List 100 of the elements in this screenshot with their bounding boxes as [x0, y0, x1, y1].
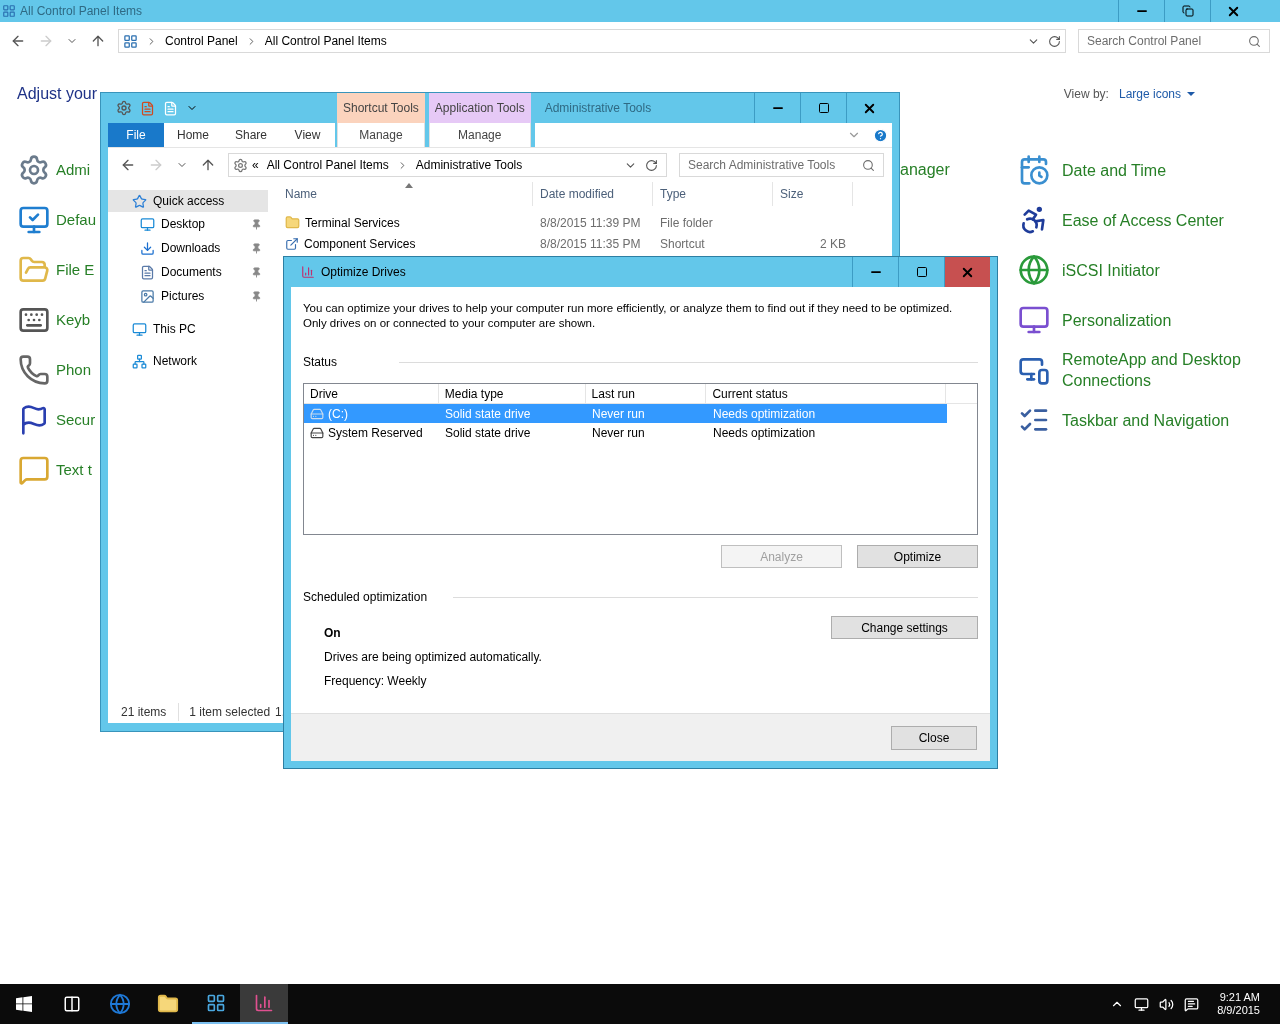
column-header[interactable]: Name	[278, 182, 533, 206]
control-panel-icon	[123, 33, 138, 49]
address-overflow[interactable]: «	[252, 156, 259, 174]
applet-link[interactable]: anager	[900, 158, 950, 182]
schedule-frequency: Frequency: Weekly	[324, 673, 428, 690]
address-bar[interactable]: Control Panel All Control Panel Items	[118, 29, 1066, 53]
status-text: 1 item selected	[178, 703, 274, 721]
search-field[interactable]: Search Control Panel	[1078, 29, 1270, 53]
maximize-icon	[817, 102, 830, 114]
applet-link[interactable]: Taskbar and Navigation	[1062, 409, 1252, 431]
table-cell-text: Never run	[591, 405, 646, 423]
search-icon	[1248, 34, 1261, 48]
schedule-state: On	[324, 625, 342, 642]
drive-icon	[310, 425, 324, 440]
up-icon[interactable]	[200, 157, 216, 173]
picture-icon	[140, 288, 155, 304]
section-title: Scheduled optimization	[303, 589, 429, 606]
network-icon	[132, 353, 147, 369]
file-name[interactable]: Component Services	[304, 234, 416, 253]
phone-icon	[18, 354, 50, 386]
applet-link[interactable]: Phon	[56, 358, 92, 382]
column-header[interactable]: Type	[653, 182, 773, 206]
nav-item[interactable]: Desktop	[108, 212, 268, 236]
ribbon-tab[interactable]: File	[108, 123, 164, 147]
window-title: Optimize Drives	[320, 264, 407, 281]
nav-item[interactable]: Quick access	[108, 190, 268, 212]
control-panel-icon	[206, 993, 226, 1013]
applet-link[interactable]: iSCSI Initiator	[1062, 259, 1252, 281]
breadcrumb-item[interactable]: Administrative Tools	[411, 156, 527, 174]
column-header[interactable]: Date modified	[533, 182, 653, 206]
column-header[interactable]: Size	[773, 182, 853, 206]
back-icon[interactable]	[10, 33, 26, 49]
sort-arrow-icon	[405, 183, 413, 188]
table-cell-text: Never run	[591, 424, 646, 442]
table-cell-text: Needs optimization	[712, 405, 817, 423]
task-view-icon	[63, 995, 81, 1013]
applet-link[interactable]: Admi	[56, 158, 91, 182]
applet-link[interactable]: Keyb	[56, 308, 91, 332]
up-icon[interactable]	[90, 33, 106, 49]
address-bar[interactable]: « All Control Panel Items Administrative Tools	[228, 153, 667, 177]
pin-icon	[251, 290, 262, 302]
search-field[interactable]: Search Administrative Tools	[679, 153, 884, 177]
help-icon[interactable]	[873, 127, 888, 143]
close-button[interactable]	[944, 257, 990, 287]
taskbar-button[interactable]	[240, 984, 288, 1024]
table-cell-text: 8/8/2015 11:39 PM	[539, 214, 642, 232]
dialog-button[interactable]: Optimize	[857, 545, 978, 568]
window-title: Administrative Tools	[543, 100, 653, 117]
clock[interactable]: 9:21 AM 8/9/2015	[1217, 991, 1260, 1017]
nav-item[interactable]: Network	[108, 350, 268, 372]
nav-item[interactable]: This PC	[108, 318, 268, 340]
file-name[interactable]: Terminal Services	[305, 213, 400, 232]
caret-icon	[1187, 92, 1195, 96]
view-by-dropdown[interactable]: Large icons	[1118, 85, 1195, 103]
refresh-icon[interactable]	[1048, 34, 1061, 48]
monitor-icon	[1018, 304, 1050, 336]
system-drive-icon	[310, 406, 324, 421]
drive-name: (C:)	[328, 405, 348, 423]
breadcrumb-item[interactable]: All Control Panel Items	[264, 32, 387, 50]
ribbon-tab[interactable]: Share	[222, 123, 280, 147]
ribbon-tab[interactable]: Home	[164, 123, 222, 147]
change-settings-button[interactable]: Change settings	[831, 616, 978, 639]
volume-icon[interactable]	[1159, 996, 1175, 1012]
action-center-icon[interactable]	[1184, 996, 1200, 1012]
breadcrumb-item[interactable]: All Control Panel Items	[262, 156, 393, 174]
globe-icon	[1018, 254, 1050, 286]
pin-icon	[251, 266, 262, 278]
table-cell-text: 8/8/2015 11:35 PM	[539, 235, 642, 253]
folder-icon	[285, 215, 300, 230]
nav-item[interactable]: Documents	[108, 260, 268, 284]
breadcrumb-item[interactable]: Control Panel	[165, 32, 238, 50]
applet-link[interactable]: Personalization	[1062, 309, 1252, 331]
table-cell-text: Solid state drive	[444, 405, 532, 423]
ribbon-tab[interactable]: View	[280, 123, 335, 147]
network-icon[interactable]	[1134, 996, 1150, 1012]
table-cell-text: Shortcut	[659, 235, 706, 253]
close-dialog-button[interactable]: Close	[891, 725, 977, 750]
drive-name: System Reserved	[328, 424, 423, 442]
applet-link[interactable]: Defau	[56, 208, 97, 232]
applet-link[interactable]: RemoteApp and Desktop Connections	[1062, 349, 1252, 391]
applet-link[interactable]: Text t	[56, 458, 92, 482]
speech-bubble-icon	[18, 454, 50, 486]
back-icon[interactable]	[120, 157, 136, 173]
search-icon	[862, 158, 875, 172]
pin-icon	[251, 218, 262, 230]
applet-link[interactable]: Ease of Access Center	[1062, 209, 1252, 231]
drive-row[interactable]: System Reserved Solid state drive Never run Needs optimization	[304, 423, 947, 442]
table-cell-text: Needs optimization	[712, 424, 817, 442]
nav-item[interactable]: Pictures	[108, 284, 268, 308]
properties-icon[interactable]	[116, 100, 132, 116]
refresh-icon[interactable]	[645, 158, 658, 172]
nav-item[interactable]: Downloads	[108, 236, 268, 260]
applet-link[interactable]: Secur	[56, 408, 96, 432]
applet-link[interactable]: Date and Time	[1062, 159, 1252, 181]
view-by-label: View by:	[1063, 86, 1109, 103]
applet-link[interactable]: File E	[56, 258, 95, 282]
maximize-icon	[915, 266, 928, 278]
table-cell-text: Solid state drive	[444, 424, 532, 442]
table-cell-text: 2 KB	[819, 235, 847, 253]
windows-logo-icon	[16, 996, 32, 1012]
